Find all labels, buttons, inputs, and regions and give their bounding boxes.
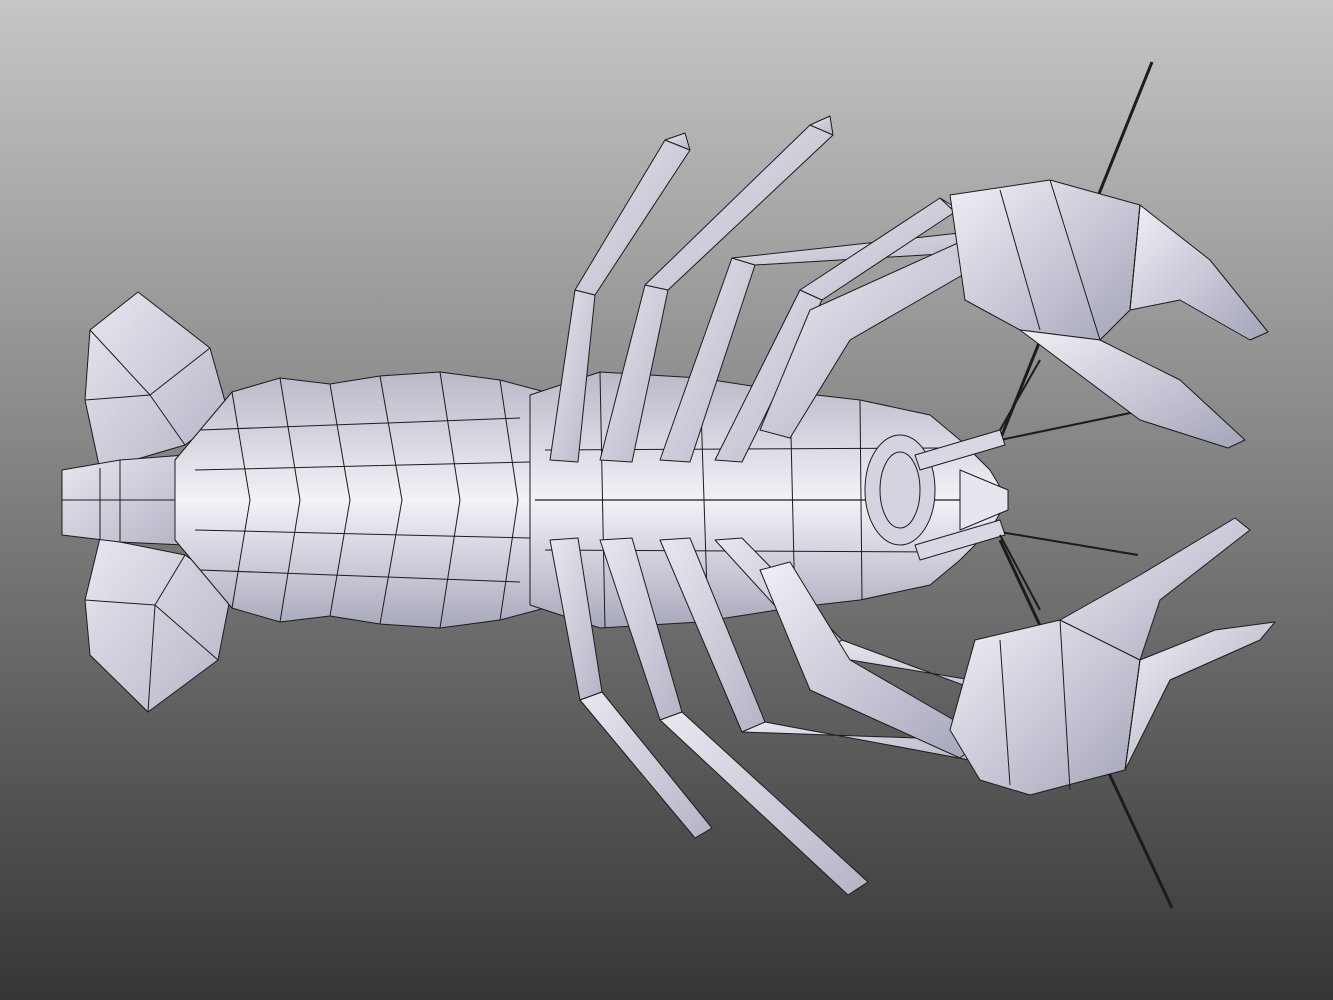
3d-viewport[interactable] [0,0,1333,1000]
abdomen [174,371,546,629]
viewport-canvas[interactable] [0,0,1333,1000]
abdomen-body [174,371,546,629]
